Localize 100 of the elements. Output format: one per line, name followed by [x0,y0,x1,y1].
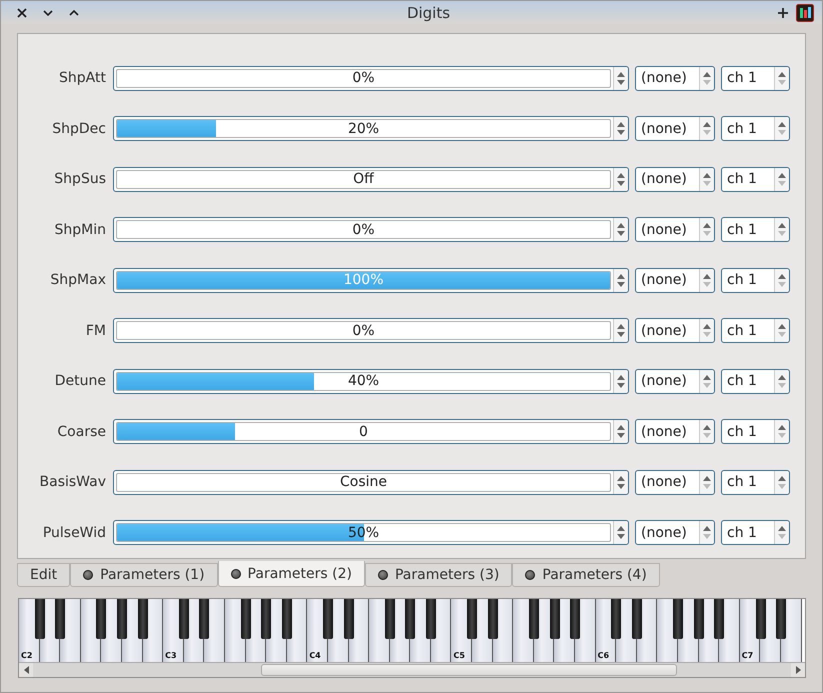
spin-arrows[interactable] [774,521,789,544]
parameter-label: FM [84,322,106,339]
spin-arrows[interactable] [774,420,789,444]
parameter-label: ShpMax [49,272,106,288]
channel-dropdown[interactable]: ch 1 [721,66,790,91]
source-dropdown[interactable]: (none) [635,66,715,91]
spin-arrows[interactable] [613,420,628,444]
value-spinbox[interactable]: 0% [113,217,629,242]
source-dropdown[interactable]: (none) [635,318,715,344]
source-dropdown[interactable]: (none) [635,368,715,394]
spin-arrows[interactable] [699,521,714,544]
channel-dropdown[interactable]: ch 1 [721,268,790,293]
parameter-label: Coarse [56,424,106,440]
source-dropdown[interactable]: (none) [635,520,715,546]
parameter-label: ShpMin [54,222,106,238]
parameter-value: 0 [358,423,369,440]
value-spinbox[interactable]: 0 [113,419,629,444]
spin-arrows[interactable] [613,319,628,342]
scroll-right-button[interactable] [791,663,805,677]
spin-arrows[interactable] [774,268,789,292]
spin-arrows[interactable] [613,168,628,191]
parameter-label: PulseWid [42,524,106,541]
value-spinbox[interactable]: Cosine [113,470,629,495]
spin-arrows[interactable] [613,268,628,292]
channel-dropdown[interactable]: ch 1 [721,368,790,394]
channel-dropdown[interactable]: ch 1 [721,470,790,495]
value-spinbox[interactable]: 0% [113,66,629,91]
spin-arrows[interactable] [699,470,714,494]
spin-arrows[interactable] [613,521,628,544]
source-dropdown[interactable]: (none) [635,116,715,142]
octave-label: C3 [165,651,177,660]
tab[interactable]: Parameters (1) [70,563,218,587]
spin-arrows[interactable] [774,319,789,342]
source-dropdown[interactable]: (none) [635,217,715,242]
spin-arrows[interactable] [699,268,714,292]
value-spinbox[interactable]: 0% [113,318,629,344]
spin-arrows[interactable] [774,218,789,242]
close-icon [17,8,27,18]
parameter-value: Cosine [338,474,388,491]
parameter-value: 20% [346,120,380,138]
spin-arrows[interactable] [774,117,789,140]
parameter-label: ShpDec [51,120,106,137]
spin-arrows[interactable] [613,370,628,393]
spin-arrows[interactable] [774,470,789,494]
spin-arrows[interactable] [699,117,714,140]
source-dropdown[interactable]: (none) [635,166,715,192]
spin-arrows[interactable] [774,66,789,90]
right-arrow-icon [796,666,800,674]
channel-dropdown[interactable]: ch 1 [721,166,790,192]
spin-arrows[interactable] [699,66,714,90]
parameter-value: 0% [351,221,376,238]
source-dropdown[interactable]: (none) [635,419,715,444]
parameter-value: Off [352,170,375,188]
octave-label: C6 [598,651,610,660]
tab[interactable]: Edit [17,563,70,587]
channel-dropdown[interactable]: ch 1 [721,318,790,344]
scroll-thumb[interactable] [261,664,677,676]
scrollbar[interactable] [19,662,805,677]
parameter-label: BasisWav [38,474,106,490]
plus-icon [778,8,788,18]
parameter-value: 0% [351,70,376,87]
tab[interactable]: Parameters (3) [364,563,512,587]
spin-arrows[interactable] [774,168,789,191]
parameter-label: ShpSus [53,171,106,188]
value-spinbox[interactable]: Off [113,166,629,192]
spin-arrows[interactable] [613,470,628,494]
parameter-label: Detune [54,373,106,390]
octave-label: C2 [21,651,32,660]
channel-dropdown[interactable]: ch 1 [721,217,790,242]
spin-arrows[interactable] [613,117,628,140]
piano-keyboard-drawing[interactable]: C2 C3 C4 C5 C6 C7 [19,599,805,662]
parameter-value: 40% [346,372,380,390]
chevron-up-icon [69,10,79,16]
tab[interactable]: Parameters (4) [512,563,660,587]
spin-arrows[interactable] [699,218,714,242]
spin-arrows[interactable] [774,370,789,393]
spin-arrows[interactable] [699,319,714,342]
octave-label: C7 [742,651,754,660]
octave-label: C4 [309,651,321,660]
channel-dropdown[interactable]: ch 1 [721,520,790,546]
channel-dropdown[interactable]: ch 1 [721,116,790,142]
window-title: Digits [406,4,452,22]
spin-arrows[interactable] [699,420,714,444]
scroll-left-button[interactable] [19,663,33,677]
left-arrow-icon [24,666,28,674]
app-icon [796,4,814,22]
spin-arrows[interactable] [613,66,628,90]
channel-dropdown[interactable]: ch 1 [721,419,790,444]
octave-label: C5 [453,651,465,660]
parameter-value: 100% [342,272,385,289]
spin-arrows[interactable] [699,168,714,191]
tab[interactable]: Parameters (2) [218,561,365,587]
value-spinbox[interactable]: 20% [113,116,629,142]
parameter-value: 0% [351,322,376,340]
spin-arrows[interactable] [613,218,628,242]
spin-arrows[interactable] [699,370,714,393]
chevron-down-icon [43,10,53,16]
source-dropdown[interactable]: (none) [635,470,715,495]
source-dropdown[interactable]: (none) [635,268,715,293]
value-spinbox[interactable]: 40% [113,368,629,394]
